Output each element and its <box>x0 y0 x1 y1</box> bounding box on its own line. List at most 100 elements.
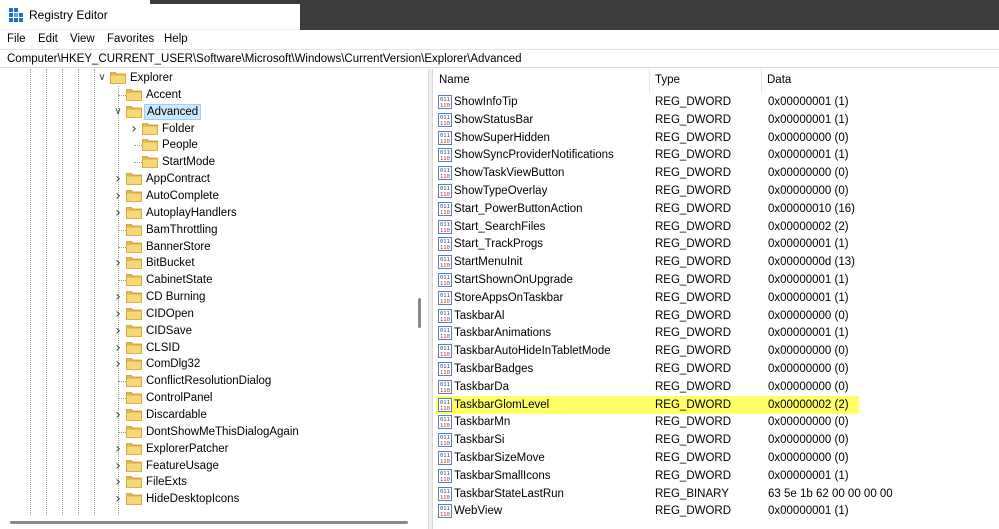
list-item[interactable]: 011 110 WebView REG_DWORD 0x00000001 (1) <box>433 502 999 520</box>
tree-item-label[interactable]: BannerStore <box>144 241 213 253</box>
list-item[interactable]: 011 110 StartShownOnUpgrade REG_DWORD 0x0000… <box>433 271 999 289</box>
tree-vertical-scroll-thumb[interactable] <box>418 298 421 328</box>
tree-item[interactable]: › FileExts <box>0 474 412 491</box>
list-item[interactable]: 011 110 Start_TrackProgs REG_DWORD 0x0000000… <box>433 235 999 253</box>
tree-item[interactable]: › Discardable <box>0 407 412 424</box>
tree-item-label[interactable]: ControlPanel <box>144 392 214 404</box>
tree-vertical-scrollbar[interactable] <box>412 69 428 515</box>
tree-item-label[interactable]: FileExts <box>144 476 189 488</box>
list-item[interactable]: 011 110 TaskbarSizeMove REG_DWORD 0x00000000… <box>433 449 999 467</box>
menu-favorites[interactable]: Favorites <box>107 33 154 45</box>
tree-item-label[interactable]: CLSID <box>144 342 182 354</box>
tree-item[interactable]: ControlPanel <box>0 390 412 407</box>
column-header-data[interactable]: Data <box>767 74 791 86</box>
list-item[interactable]: 011 110 TaskbarBadges REG_DWORD 0x00000000 (… <box>433 360 999 378</box>
address-path[interactable]: Computer\HKEY_CURRENT_USER\Software\Micr… <box>7 53 522 65</box>
list-item[interactable]: 011 110 Start_PowerButtonAction REG_DWORD 0x… <box>433 200 999 218</box>
list-item[interactable]: 011 110 TaskbarMn REG_DWORD 0x00000000 (0) <box>433 413 999 431</box>
chevron-right-icon[interactable]: › <box>113 492 123 506</box>
chevron-right-icon[interactable]: › <box>113 357 123 371</box>
chevron-right-icon[interactable]: › <box>113 206 123 220</box>
tree-item[interactable]: › ExplorerPatcher <box>0 441 412 458</box>
address-bar[interactable]: Computer\HKEY_CURRENT_USER\Software\Micr… <box>0 49 999 68</box>
chevron-right-icon[interactable]: › <box>113 290 123 304</box>
chevron-right-icon[interactable]: › <box>113 307 123 321</box>
tree-item-label[interactable]: CabinetState <box>144 274 215 286</box>
list-item[interactable]: 011 110 TaskbarAnimations REG_DWORD 0x000000… <box>433 324 999 342</box>
tree-item[interactable]: › HideDesktopIcons <box>0 491 412 508</box>
list-item[interactable]: 011 110 StoreAppsOnTaskbar REG_DWORD 0x00000… <box>433 289 999 307</box>
chevron-right-icon[interactable]: › <box>113 172 123 186</box>
tree-item-label[interactable]: Folder <box>160 123 197 135</box>
tree-item[interactable]: ConflictResolutionDialog <box>0 373 412 390</box>
tree-item[interactable]: ∨ Advanced <box>0 103 412 121</box>
tree-item-label[interactable]: DontShowMeThisDialogAgain <box>144 426 301 438</box>
menu-file[interactable]: File <box>7 33 26 45</box>
list-item[interactable]: 011 110 ShowTaskViewButton REG_DWORD 0x00000… <box>433 164 999 182</box>
tree-item-label[interactable]: Accent <box>144 89 183 101</box>
column-header-type[interactable]: Type <box>655 74 680 86</box>
tree-item[interactable]: BamThrottling <box>0 222 412 239</box>
tree-item-label[interactable]: Discardable <box>144 409 209 421</box>
tree-item[interactable]: › AutoplayHandlers <box>0 205 412 222</box>
tree-item-label[interactable]: AutoplayHandlers <box>144 207 239 219</box>
tree-item[interactable]: › CD Burning <box>0 289 412 306</box>
list-item[interactable]: 011 110 TaskbarGlomLevel REG_DWORD 0x0000000… <box>433 395 999 414</box>
tree-item[interactable]: › AppContract <box>0 171 412 188</box>
list-item[interactable]: 011 110 Start_SearchFiles REG_DWORD 0x000000… <box>433 218 999 236</box>
tree-item-label[interactable]: ComDlg32 <box>144 358 202 370</box>
tree-item[interactable]: People <box>0 137 412 154</box>
menu-edit[interactable]: Edit <box>38 33 58 45</box>
chevron-right-icon[interactable]: › <box>113 459 123 473</box>
list-item[interactable]: 011 110 TaskbarSi REG_DWORD 0x00000000 (0) <box>433 431 999 449</box>
chevron-right-icon[interactable]: › <box>113 442 123 456</box>
tree-item-label[interactable]: AppContract <box>144 173 212 185</box>
list-item[interactable]: 011 110 ShowSuperHidden REG_DWORD 0x00000000… <box>433 129 999 147</box>
column-separator[interactable] <box>761 69 762 93</box>
list-item[interactable]: 011 110 TaskbarAutoHideInTabletMode REG_DWO… <box>433 342 999 360</box>
tree-item-label[interactable]: CD Burning <box>144 291 207 303</box>
tree-item[interactable]: › AutoComplete <box>0 188 412 205</box>
tree-item[interactable]: › Folder <box>0 121 412 138</box>
chevron-right-icon[interactable]: › <box>113 324 123 338</box>
tree-item-label[interactable]: HideDesktopIcons <box>144 493 241 505</box>
list-item[interactable]: 011 110 TaskbarDa REG_DWORD 0x00000000 (0) <box>433 378 999 396</box>
tree-item[interactable]: ∨ Explorer <box>0 70 412 87</box>
tree-item-label[interactable]: BamThrottling <box>144 224 220 236</box>
tree-item-label[interactable]: StartMode <box>160 156 217 168</box>
values-list-pane[interactable]: Name Type Data 011 110 ShowInfoTip REG_DWOR… <box>433 69 999 529</box>
chevron-right-icon[interactable]: › <box>113 475 123 489</box>
tree-item-label[interactable]: AutoComplete <box>144 190 221 202</box>
chevron-down-icon[interactable]: ∨ <box>113 105 123 119</box>
chevron-right-icon[interactable]: › <box>113 189 123 203</box>
tree-item[interactable]: › CLSID <box>0 340 412 357</box>
list-item[interactable]: 011 110 ShowInfoTip REG_DWORD 0x00000001 (1) <box>433 93 999 111</box>
tree-horizontal-scroll-thumb[interactable] <box>10 521 408 524</box>
chevron-down-icon[interactable]: ∨ <box>97 71 107 85</box>
tree-item[interactable]: CabinetState <box>0 272 412 289</box>
chevron-right-icon[interactable]: › <box>113 341 123 355</box>
column-header-name[interactable]: Name <box>439 74 470 86</box>
list-item[interactable]: 011 110 ShowStatusBar REG_DWORD 0x00000001 (… <box>433 111 999 129</box>
list-item[interactable]: 011 110 TaskbarStateLastRun REG_BINARY 63 5e… <box>433 485 999 503</box>
tree-item-label[interactable]: FeatureUsage <box>144 460 221 472</box>
tree-item[interactable]: StartMode <box>0 154 412 171</box>
list-item[interactable]: 011 110 TaskbarAl REG_DWORD 0x00000000 (0) <box>433 307 999 325</box>
menu-help[interactable]: Help <box>164 33 188 45</box>
tree-item-label[interactable]: Advanced <box>144 103 202 120</box>
tree-item[interactable]: BannerStore <box>0 239 412 256</box>
tree-item-label[interactable]: Explorer <box>128 72 175 84</box>
list-item[interactable]: 011 110 StartMenuInit REG_DWORD 0x0000000d (… <box>433 253 999 271</box>
menu-view[interactable]: View <box>70 33 95 45</box>
column-separator[interactable] <box>649 69 650 93</box>
tree-item[interactable]: DontShowMeThisDialogAgain <box>0 424 412 441</box>
list-item[interactable]: 011 110 ShowSyncProviderNotifications REG_D… <box>433 146 999 164</box>
tree-item-label[interactable]: BitBucket <box>144 257 197 269</box>
tree-item-label[interactable]: CIDSave <box>144 325 194 337</box>
tree-item[interactable]: › FeatureUsage <box>0 458 412 475</box>
chevron-right-icon[interactable]: › <box>113 408 123 422</box>
tree-item[interactable]: Accent <box>0 87 412 104</box>
list-item[interactable]: 011 110 ShowTypeOverlay REG_DWORD 0x00000000… <box>433 182 999 200</box>
tree-item-label[interactable]: ExplorerPatcher <box>144 443 230 455</box>
key-tree-pane[interactable]: ∨ Explorer Accent ∨ Advanced › Folder People Sta… <box>0 69 428 529</box>
